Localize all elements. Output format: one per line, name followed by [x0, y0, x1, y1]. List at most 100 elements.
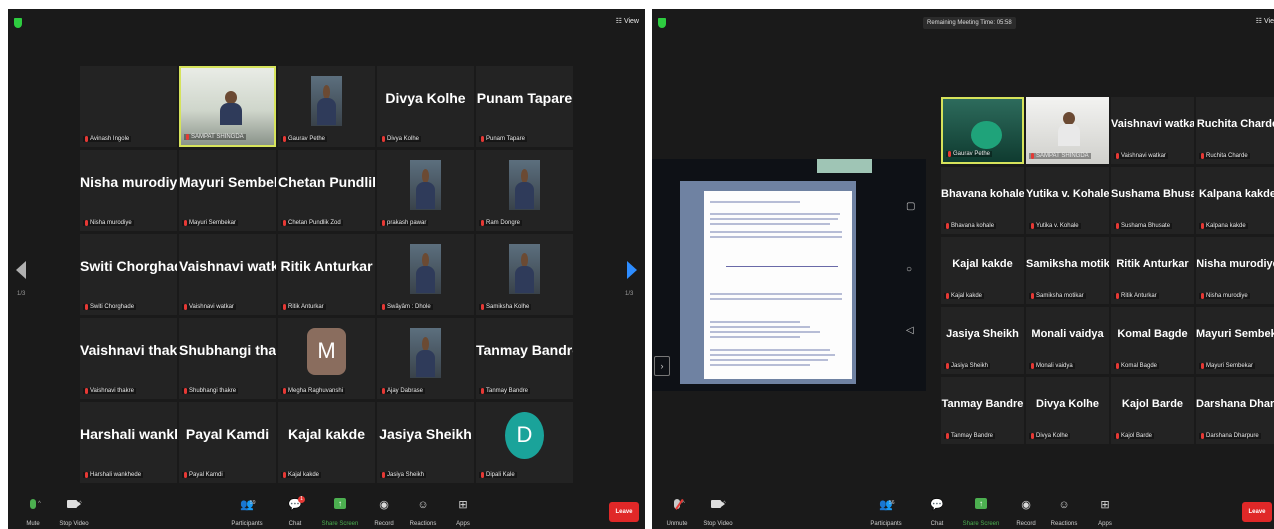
leave-button[interactable]: Leave	[1242, 502, 1272, 522]
participant-name: Komal Bagde	[1121, 363, 1158, 369]
chevron-up-icon[interactable]: ^	[79, 501, 82, 507]
security-shield-icon[interactable]	[14, 18, 22, 28]
participant-name: Samiksha motikar	[1036, 293, 1084, 299]
participants-button[interactable]: 👥 56 Participants	[861, 495, 911, 529]
participant-tile[interactable]: Kajal kakde Kajal kakde	[941, 237, 1024, 304]
phone-home-icon: ○	[906, 264, 913, 275]
participant-tile[interactable]: Divya Kolhe Divya Kolhe	[377, 66, 474, 147]
chevron-up-icon[interactable]: ^	[682, 501, 685, 507]
expand-panel-chevron-icon[interactable]: ›	[654, 356, 670, 376]
participant-tile[interactable]: Kajal kakde Kajal kakde	[278, 402, 375, 483]
muted-microphone-icon	[186, 134, 189, 140]
participant-tile[interactable]: Sushama Bhusate Sushama Bhusate	[1111, 167, 1194, 234]
participant-tile[interactable]: Darshana Dhar... Darshana Dharpure	[1196, 377, 1274, 444]
participant-tile[interactable]: Divya Kolhe Divya Kolhe	[1026, 377, 1109, 444]
chat-button[interactable]: 💬 Chat	[912, 495, 962, 529]
participant-tile[interactable]: Mayuri Sembekar Mayuri Sembekar	[179, 150, 276, 231]
participant-tile[interactable]: D Dipali Kale	[476, 402, 573, 483]
participant-tile[interactable]: Avinash Ingole	[80, 66, 177, 147]
participant-tile[interactable]: M Megha Raghuvanshi	[278, 318, 375, 399]
muted-microphone-icon	[481, 304, 484, 310]
profile-picture	[409, 243, 441, 294]
participant-name-label: Divya Kolhe	[380, 136, 422, 142]
participant-tile[interactable]: Gaurav Pethe	[941, 97, 1024, 164]
leave-button[interactable]: Leave	[609, 502, 639, 522]
participant-display-name: Monali vaidya	[1031, 327, 1104, 340]
stop-video-button[interactable]: ^ Stop Video	[49, 495, 99, 529]
participant-tile[interactable]: Shubhangi thakre Shubhangi thakre	[179, 318, 276, 399]
participant-name: Yutika v. Kohale	[1036, 223, 1079, 229]
participant-tile[interactable]: SAMPAT SHINGDA	[1026, 97, 1109, 164]
participant-tile[interactable]: Tanmay Bandre Tanmay Bandre	[941, 377, 1024, 444]
participant-tile[interactable]: Gaurav Pethe	[278, 66, 375, 147]
participant-tile[interactable]: Switi Chorghade Switi Chorghade	[80, 234, 177, 315]
security-shield-icon[interactable]	[658, 18, 666, 28]
participant-tile[interactable]: Nisha murodiye Nisha murodiye	[80, 150, 177, 231]
participant-display-name: Kalpana kakde	[1198, 187, 1274, 200]
participant-name-label: Payal Kamdi	[182, 472, 225, 478]
video-camera-icon	[67, 500, 81, 508]
participant-tile[interactable]: Swâyâm : Dhole	[377, 234, 474, 315]
participant-tile[interactable]: Jasiya Sheikh Jasiya Sheikh	[941, 307, 1024, 374]
participant-tile[interactable]: Ram Dongre	[476, 150, 573, 231]
participant-tile[interactable]: Yutika v. Kohale Yutika v. Kohale	[1026, 167, 1109, 234]
participant-name: Tanmay Bandre	[486, 388, 529, 394]
view-button[interactable]: ☷ View	[616, 17, 639, 25]
participant-tile[interactable]: Mayuri Sembekar Mayuri Sembekar	[1196, 307, 1274, 374]
participant-tile[interactable]: Monali vaidya Monali vaidya	[1026, 307, 1109, 374]
participant-name-label: Jasiya Sheikh	[380, 472, 427, 478]
participant-tile[interactable]: Ruchita Charde Ruchita Charde	[1196, 97, 1274, 164]
view-button[interactable]: ☷ Vie	[1256, 17, 1274, 25]
chevron-up-icon[interactable]: ^	[723, 501, 726, 507]
participant-name-label: Mayuri Sembekar	[182, 220, 239, 226]
participant-tile[interactable]: Ajay Dabrase	[377, 318, 474, 399]
participant-tile[interactable]: prakash pawar	[377, 150, 474, 231]
participant-name: Mayuri Sembekar	[1206, 363, 1254, 369]
participant-tile[interactable]: Punam Tapare Punam Tapare	[476, 66, 573, 147]
share-screen-button[interactable]: ↑ Share Screen	[315, 495, 365, 529]
muted-microphone-icon	[85, 388, 88, 394]
participant-tile[interactable]: Tanmay Bandre Tanmay Bandre	[476, 318, 573, 399]
participant-tile[interactable]: Ritik Anturkar Ritik Anturkar	[278, 234, 375, 315]
participant-tile[interactable]: Chetan Pundlik... Chetan Pundlik Zod	[278, 150, 375, 231]
participant-tile[interactable]: Bhavana kohale Bhavana kohale	[941, 167, 1024, 234]
muted-microphone-icon	[283, 388, 286, 394]
apps-button[interactable]: ⊞ Apps	[438, 495, 488, 529]
muted-microphone-icon	[184, 304, 187, 310]
previous-page-arrow-icon[interactable]	[16, 261, 26, 279]
share-screen-button[interactable]: ↑ Share Screen	[956, 495, 1006, 529]
participant-display-name: Mayuri Sembekar	[1196, 327, 1274, 340]
participant-name-label: Ritik Anturkar	[281, 304, 326, 310]
participants-button[interactable]: 👥 59 Participants	[222, 495, 272, 529]
participant-name-label: Divya Kolhe	[1029, 433, 1071, 439]
chevron-up-icon[interactable]: ^	[38, 501, 41, 507]
apps-icon: ⊞	[1100, 499, 1110, 511]
participant-tile[interactable]: Kalpana kakde Kalpana kakde	[1196, 167, 1274, 234]
participant-name: Punam Tapare	[486, 136, 525, 142]
participant-name-label: Mayuri Sembekar	[1199, 363, 1256, 369]
participant-tile[interactable]: Payal Kamdi Payal Kamdi	[179, 402, 276, 483]
profile-picture	[409, 327, 441, 378]
participant-name: Sushama Bhusate	[1121, 223, 1171, 229]
participant-tile[interactable]: Samiksha motikar Samiksha motikar	[1026, 237, 1109, 304]
participant-tile[interactable]: Vaishnavi watkar Vaishnavi watkar	[179, 234, 276, 315]
participant-tile[interactable]: Vaishnavi thakre Vaishnavi thakre	[80, 318, 177, 399]
participant-tile[interactable]: Harshali wankh... Harshali wankhede	[80, 402, 177, 483]
next-page-arrow-icon[interactable]	[627, 261, 637, 279]
participant-tile[interactable]: Vaishnavi watkar Vaishnavi watkar	[1111, 97, 1194, 164]
participant-tile[interactable]: Ritik Anturkar Ritik Anturkar	[1111, 237, 1194, 304]
phone-back-icon: ◁	[906, 325, 914, 336]
participant-tile[interactable]: SAMPAT SHINGDA	[179, 66, 276, 147]
participant-name-label: Ajay Dabrase	[380, 388, 426, 394]
participant-tile[interactable]: Nisha murodiye Nisha murodiye	[1196, 237, 1274, 304]
participant-tile[interactable]: Samiksha Kolhe	[476, 234, 573, 315]
participant-name-label: Gaurav Pethe	[281, 136, 328, 142]
apps-button[interactable]: ⊞ Apps	[1080, 495, 1130, 529]
participant-tile[interactable]: Komal Bagde Komal Bagde	[1111, 307, 1194, 374]
participant-tile[interactable]: Kajol Barde Kajol Barde	[1111, 377, 1194, 444]
chat-button[interactable]: 💬 1 Chat	[270, 495, 320, 529]
participant-name-label: Jasiya Sheikh	[944, 363, 991, 369]
stop-video-button[interactable]: ^ Stop Video	[693, 495, 743, 529]
participant-tile[interactable]: Jasiya Sheikh Jasiya Sheikh	[377, 402, 474, 483]
muted-microphone-icon	[1201, 363, 1204, 369]
